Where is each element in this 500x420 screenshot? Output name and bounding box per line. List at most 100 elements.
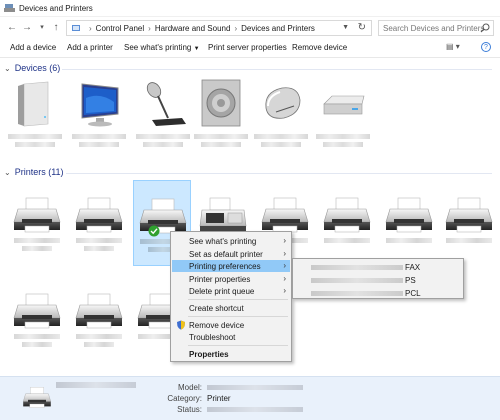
printer-name-redacted [311,291,403,296]
up-arrow-icon[interactable]: ↑ [50,21,62,35]
printer-icon [384,196,434,236]
device-name-redacted [79,142,119,147]
device-item[interactable] [70,78,128,164]
search-placeholder: Search Devices and Printers [383,24,485,33]
device-name-redacted [254,134,308,139]
printer-icon [444,196,494,236]
submenu-item-ps[interactable]: PS [293,274,463,286]
device-item[interactable] [252,78,310,164]
printers-group-header[interactable]: ⌄ Printers (11) [4,167,64,177]
refresh-icon[interactable]: ↻ [358,22,366,33]
address-dropdown-icon[interactable]: ▼ [342,24,349,31]
printer-icon [12,292,62,332]
printer-name-redacted [324,238,370,243]
mouse-icon [265,87,301,119]
search-input[interactable]: Search Devices and Printers [378,20,494,36]
printer-item[interactable] [318,188,376,268]
device-name-redacted [194,134,248,139]
admin-shield-icon [177,320,185,330]
external-drive-icon [18,81,49,127]
devices-printers-app-icon [4,4,15,12]
printer-name-redacted [446,238,492,243]
status-value-redacted [207,407,303,412]
category-value: Printer [207,394,231,403]
menu-item-create-shortcut[interactable]: Create shortcut [172,302,290,314]
printer-icon [74,196,124,236]
printer-name-redacted [76,334,122,339]
device-name-redacted [261,142,301,147]
devices-group-header[interactable]: ⌄ Devices (6) [4,63,60,73]
command-bar: Add a device Add a printer See what's pr… [0,39,500,58]
printer-item[interactable] [70,188,128,268]
breadcrumb-devices-and-printers[interactable]: Devices and Printers [241,24,315,33]
submenu-arrow-icon: › [283,261,286,270]
device-name-redacted [323,142,363,147]
model-label: Model: [177,383,202,392]
printer-name-redacted [311,278,403,283]
recent-locations-chevron-icon[interactable]: ▾ [36,21,48,35]
menu-item-see-whats-printing[interactable]: See what's printing › [172,235,290,247]
submenu-item-fax[interactable]: FAX [293,261,463,273]
printer-name-redacted [311,265,403,270]
microphone-icon [146,82,186,126]
printing-preferences-submenu: FAX PS PCL [292,258,464,299]
menu-item-set-default-printer[interactable]: Set as default printer › [172,248,290,260]
selected-device-name-redacted [56,382,136,388]
device-item[interactable] [134,78,192,164]
window-title: Devices and Printers [19,4,93,13]
printer-item[interactable] [380,188,438,268]
remove-device-button[interactable]: Remove device [292,43,347,52]
model-value-redacted [207,385,303,390]
printer-item[interactable] [440,188,498,268]
back-arrow-icon[interactable]: ← [6,21,18,35]
printer-name-redacted [14,334,60,339]
device-name-redacted [143,142,183,147]
menu-item-delete-print-queue[interactable]: Delete print queue › [172,285,290,297]
submenu-item-pcl[interactable]: PCL [293,287,463,299]
submenu-arrow-icon: › [283,274,286,283]
printer-item[interactable] [8,188,66,268]
printer-name-redacted [386,238,432,243]
collapse-chevron-icon: ⌄ [4,168,11,177]
add-printer-button[interactable]: Add a printer [67,43,113,52]
device-item[interactable] [192,78,250,164]
context-menu: See what's printing › Set as default prin… [170,231,292,362]
see-whats-printing-button[interactable]: See what's printing ▼ [124,43,200,52]
status-label: Status: [177,405,202,414]
menu-item-printer-properties[interactable]: Printer properties › [172,273,290,285]
change-view-icon[interactable]: ▤ ▾ [446,42,460,51]
print-server-properties-button[interactable]: Print server properties [208,43,287,52]
forward-arrow-icon[interactable]: → [21,21,33,35]
printer-name-redacted [22,246,52,251]
add-device-button[interactable]: Add a device [10,43,56,52]
menu-item-properties[interactable]: Properties [172,348,290,360]
breadcrumb: › Control Panel › Hardware and Sound › Device… [89,24,315,33]
default-printer-check-icon [148,225,160,237]
device-item[interactable] [314,78,372,164]
printer-item[interactable] [8,284,66,364]
menu-item-printing-preferences[interactable]: Printing preferences › [172,260,290,272]
address-bar[interactable]: › Control Panel › Hardware and Sound › Device… [66,20,372,36]
device-name-redacted [15,142,55,147]
breadcrumb-hardware-and-sound[interactable]: Hardware and Sound [155,24,231,33]
fax-icon [199,197,247,232]
device-name-redacted [136,134,190,139]
monitor-icon [81,83,119,127]
device-item[interactable] [6,78,64,164]
device-name-redacted [201,142,241,147]
navigation-bar: ← → ▾ ↑ › Control Panel › Hardware and Soun… [0,17,500,39]
menu-item-troubleshoot[interactable]: Troubleshoot [172,331,290,343]
printer-item[interactable] [70,284,128,364]
menu-separator [188,316,288,317]
printer-name-redacted [76,238,122,243]
breadcrumb-control-panel[interactable]: Control Panel [96,24,144,33]
submenu-arrow-icon: › [283,249,286,258]
printers-divider [66,173,492,174]
search-icon [480,23,490,33]
devices-divider [62,69,492,70]
help-icon[interactable]: ? [481,42,491,52]
printer-icon [322,196,372,236]
menu-item-remove-device[interactable]: Remove device [172,319,290,331]
menu-separator [188,299,288,300]
printer-name-redacted [84,246,114,251]
